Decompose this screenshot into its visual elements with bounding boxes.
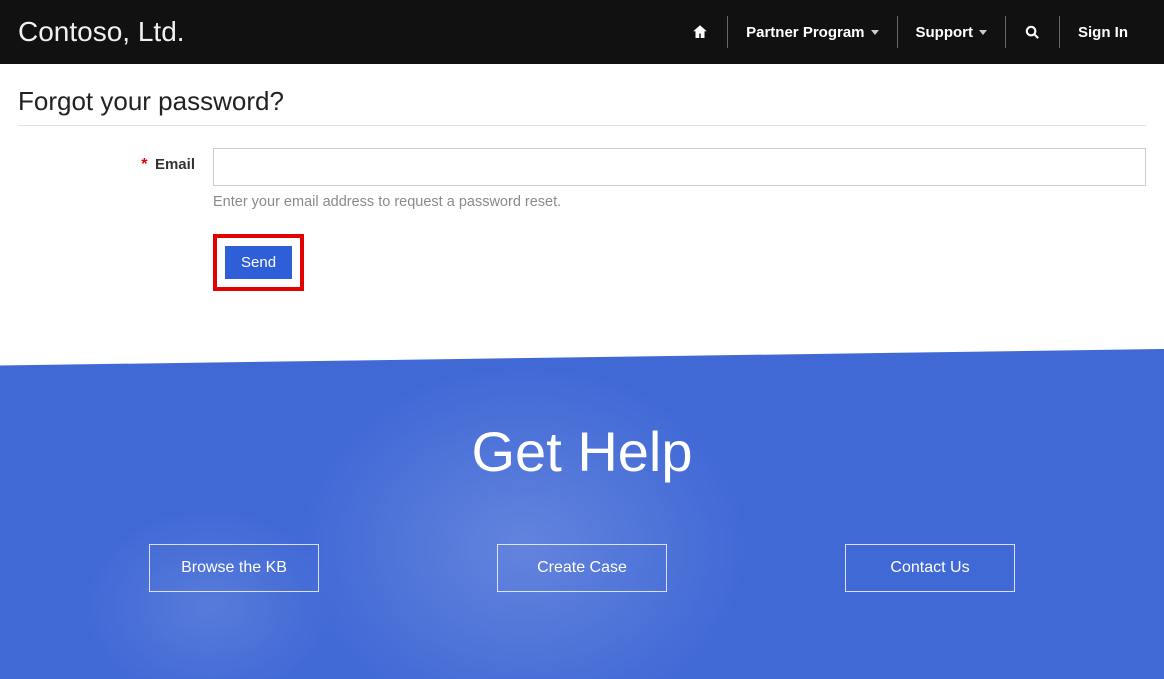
contact-us-button[interactable]: Contact Us [845, 544, 1015, 592]
email-label: Email [155, 156, 195, 173]
nav-support[interactable]: Support [897, 16, 1006, 48]
nav-search[interactable] [1005, 16, 1059, 48]
top-navbar: Contoso, Ltd. Partner Program Support Si… [0, 0, 1164, 64]
browse-kb-button[interactable]: Browse the KB [149, 544, 319, 592]
nav-partner-program[interactable]: Partner Program [727, 16, 896, 48]
nav-signin[interactable]: Sign In [1059, 16, 1146, 48]
create-case-button[interactable]: Create Case [497, 544, 667, 592]
send-highlight-box: Send [213, 234, 304, 291]
chevron-down-icon [979, 30, 987, 35]
nav-signin-label: Sign In [1078, 24, 1128, 41]
send-button[interactable]: Send [225, 246, 292, 279]
email-help-text: Enter your email address to request a pa… [213, 194, 1146, 210]
nav-partner-label: Partner Program [746, 24, 864, 41]
brand-title[interactable]: Contoso, Ltd. [18, 16, 185, 48]
nav-home[interactable] [673, 16, 727, 48]
search-icon [1024, 24, 1041, 41]
hero-title: Get Help [472, 419, 693, 484]
email-field[interactable] [213, 148, 1146, 186]
home-icon [691, 23, 709, 41]
chevron-down-icon [871, 30, 879, 35]
get-help-hero: Get Help Browse the KB Create Case Conta… [0, 349, 1164, 679]
page-title: Forgot your password? [18, 86, 1146, 126]
required-asterisk: * [141, 156, 147, 173]
nav-support-label: Support [916, 24, 974, 41]
forgot-password-section: Forgot your password? * Email Enter your… [0, 64, 1164, 331]
